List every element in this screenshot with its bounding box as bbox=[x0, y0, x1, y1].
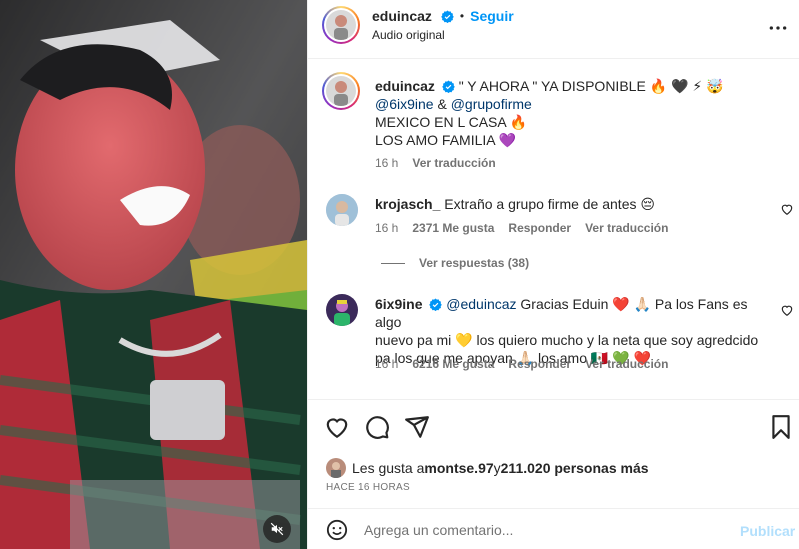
emoji-icon[interactable] bbox=[326, 519, 348, 541]
verified-icon bbox=[442, 80, 455, 93]
comment-text: krojasch_ Extraño a grupo firme de antes… bbox=[375, 195, 765, 213]
reply-button[interactable]: Responder bbox=[508, 221, 571, 235]
likes-middle: y bbox=[493, 460, 501, 476]
video-frame bbox=[0, 0, 307, 549]
post-panel: eduincaz • Seguir Audio original eduinca… bbox=[307, 0, 799, 549]
comment-composer: Publicar bbox=[308, 508, 799, 549]
comment-username[interactable]: krojasch_ bbox=[375, 196, 440, 212]
mention-eduincaz[interactable]: @eduincaz bbox=[446, 296, 516, 312]
audio-label[interactable]: Audio original bbox=[372, 28, 445, 42]
caption-amp: & bbox=[433, 96, 451, 112]
caption-line-1: " Y AHORA " YA DISPONIBLE 🔥 🖤 ⚡ 🤯 bbox=[458, 78, 724, 94]
reply-button[interactable]: Responder bbox=[508, 357, 571, 371]
comment-time[interactable]: 16 h bbox=[375, 357, 398, 371]
comment-translate-button[interactable]: Ver traducción bbox=[585, 357, 668, 371]
caption-line-3: MEXICO EN L CASA 🔥 bbox=[375, 114, 528, 130]
likes-prefix: Les gusta a bbox=[352, 460, 425, 476]
view-replies-button[interactable]: Ver respuestas (38) bbox=[381, 256, 529, 270]
liker-avatar[interactable] bbox=[326, 458, 346, 478]
comment-meta: 16 h 6216 Me gusta Responder Ver traducc… bbox=[375, 357, 668, 371]
verified-icon bbox=[429, 298, 443, 311]
comment-time[interactable]: 16 h bbox=[375, 221, 398, 235]
comment-meta: 16 h 2371 Me gusta Responder Ver traducc… bbox=[375, 221, 668, 235]
comment-translate-button[interactable]: Ver traducción bbox=[585, 221, 668, 235]
save-icon[interactable] bbox=[768, 414, 794, 440]
mute-button[interactable] bbox=[263, 515, 291, 543]
follow-button[interactable]: Seguir bbox=[470, 8, 514, 24]
comment-like-heart-icon[interactable] bbox=[780, 202, 794, 216]
post-time[interactable]: HACE 16 HORAS bbox=[326, 482, 410, 493]
comment-username[interactable]: 6ix9ine bbox=[375, 296, 422, 312]
comment-body: Extraño a grupo firme de antes 😔 bbox=[444, 196, 655, 212]
caption-translate-button[interactable]: Ver traducción bbox=[412, 156, 495, 170]
post-media[interactable] bbox=[0, 0, 307, 549]
comments-section[interactable]: eduincaz " Y AHORA " YA DISPONIBLE 🔥 🖤 ⚡… bbox=[308, 60, 799, 399]
more-options-icon bbox=[769, 26, 787, 30]
comment-likes[interactable]: 2371 Me gusta bbox=[412, 221, 494, 235]
comment-like-heart-icon[interactable] bbox=[780, 303, 794, 317]
post-header: eduincaz • Seguir Audio original bbox=[308, 0, 799, 59]
publish-button[interactable]: Publicar bbox=[740, 523, 795, 539]
view-replies-label: Ver respuestas (38) bbox=[419, 256, 530, 270]
comment-body-line-2: nuevo pa mi 💛 los quiero mucho y la neta… bbox=[375, 332, 759, 348]
heart-icon[interactable] bbox=[324, 414, 350, 440]
comment-likes[interactable]: 6216 Me gusta bbox=[412, 357, 494, 371]
caption-time[interactable]: 16 h bbox=[375, 156, 398, 170]
caption-text: eduincaz " Y AHORA " YA DISPONIBLE 🔥 🖤 ⚡… bbox=[375, 77, 785, 149]
likes-summary: Les gusta a montse.97 y 211.020 personas… bbox=[326, 458, 649, 478]
likes-count[interactable]: 211.020 personas más bbox=[501, 460, 649, 476]
more-options-button[interactable] bbox=[766, 16, 790, 40]
caption-avatar[interactable] bbox=[322, 72, 360, 110]
liker-username[interactable]: montse.97 bbox=[424, 460, 493, 476]
share-icon[interactable] bbox=[404, 414, 430, 440]
comment-icon[interactable] bbox=[364, 414, 390, 440]
comment-avatar[interactable] bbox=[326, 294, 358, 326]
replies-divider bbox=[381, 262, 405, 264]
mention-6ix9ine[interactable]: @6ix9ine bbox=[375, 96, 434, 112]
mention-grupofirme[interactable]: @grupofirme bbox=[451, 96, 532, 112]
caption-meta: 16 h Ver traducción bbox=[375, 156, 496, 170]
author-username[interactable]: eduincaz bbox=[372, 8, 432, 24]
action-bar bbox=[308, 399, 799, 451]
mute-icon bbox=[270, 522, 284, 536]
caption-line-4: LOS AMO FAMILIA 💜 bbox=[375, 132, 517, 148]
author-avatar[interactable] bbox=[322, 6, 360, 44]
comment-avatar[interactable] bbox=[326, 194, 358, 226]
comment-input[interactable] bbox=[364, 519, 724, 541]
separator-dot: • bbox=[459, 9, 465, 23]
caption-username[interactable]: eduincaz bbox=[375, 78, 435, 94]
verified-icon bbox=[441, 10, 454, 23]
